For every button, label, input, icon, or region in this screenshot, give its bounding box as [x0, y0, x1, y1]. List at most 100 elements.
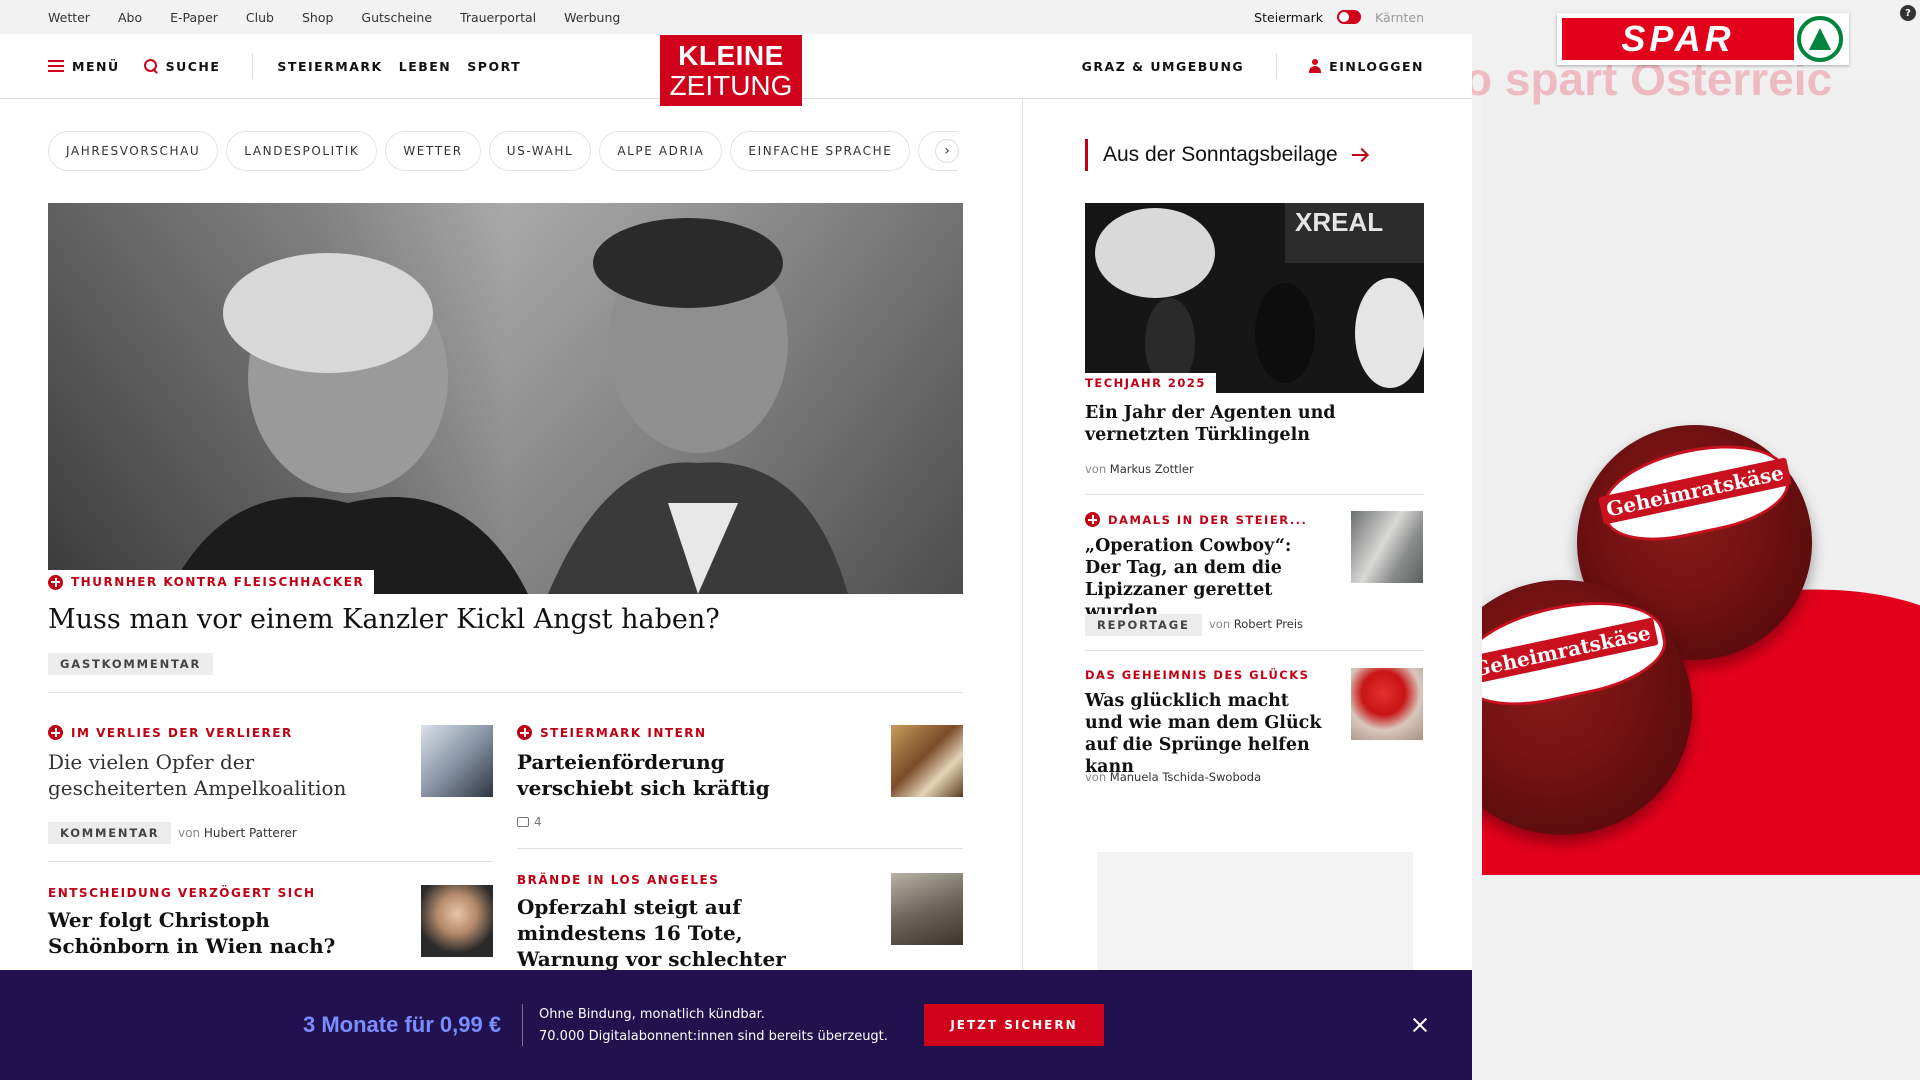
- region-switch: Steiermark Kärnten: [1254, 0, 1424, 34]
- article-kicker: STEIERMARK INTERN: [517, 725, 707, 740]
- plus-icon: [1085, 512, 1100, 527]
- user-icon: [1309, 59, 1322, 73]
- sidebar-kicker: DAMALS IN DER STEIER...: [1085, 512, 1307, 527]
- plus-icon: [48, 725, 63, 740]
- topic-pills: JAHRESVORSCHAU LANDESPOLITIK WETTER US-W…: [48, 131, 958, 171]
- nav-sport[interactable]: SPORT: [467, 59, 521, 74]
- header-divider-right: [1276, 53, 1278, 79]
- sidebar-heading-text: Aus der Sonntagsbeilage: [1103, 143, 1338, 166]
- article-thumbnail[interactable]: [421, 725, 493, 797]
- logo-line-2: ZEITUNG: [669, 70, 793, 101]
- search-label: SUCHE: [165, 58, 221, 74]
- ad-placeholder: [1097, 852, 1413, 972]
- nav-steiermark[interactable]: STEIERMARK: [277, 59, 382, 74]
- topic-pill[interactable]: WETTER: [385, 131, 481, 171]
- hero-image[interactable]: [48, 203, 963, 594]
- topic-pill[interactable]: LANDESPOLITIK: [226, 131, 378, 171]
- spar-tree-icon: [1797, 16, 1843, 62]
- topic-pill[interactable]: ALPE ADRIA: [599, 131, 723, 171]
- utility-link-club[interactable]: Club: [246, 10, 274, 25]
- region-steiermark[interactable]: Steiermark: [1254, 10, 1323, 25]
- subscription-line-2: 70.000 Digitalabonnent:innen sind bereit…: [539, 1029, 888, 1044]
- reportage-badge: REPORTAGE: [1085, 614, 1202, 636]
- author-name[interactable]: Markus Zottler: [1110, 462, 1194, 476]
- subscription-line-1: Ohne Bindung, monatlich kündbar.: [539, 1007, 765, 1022]
- plus-icon: [517, 725, 532, 740]
- nav-leben[interactable]: LEBEN: [399, 59, 452, 74]
- article-byline: von Hubert Patterer: [178, 826, 297, 840]
- subscription-price: 3 Monate für 0,99 €: [303, 1012, 502, 1037]
- region-toggle[interactable]: [1337, 10, 1361, 24]
- utility-link-gutscheine[interactable]: Gutscheine: [361, 10, 432, 25]
- menu-label: MENÜ: [72, 58, 120, 74]
- topics-next-button[interactable]: ›: [935, 139, 959, 163]
- logo-line-1: KLEINE: [678, 40, 784, 71]
- utility-link-epaper[interactable]: E-Paper: [170, 10, 218, 25]
- sidebar-kicker: TECHJAHR 2025: [1085, 373, 1216, 393]
- header-left-nav: MENÜ SUCHE STEIERMARK LEBEN SPORT: [48, 34, 521, 98]
- article-thumbnail[interactable]: [891, 873, 963, 945]
- sidebar-article-title[interactable]: „Operation Cowboy“: Der Tag, an dem die …: [1085, 535, 1325, 623]
- article-thumbnail[interactable]: [891, 725, 963, 797]
- utility-bar: Wetter Abo E-Paper Club Shop Gutscheine …: [0, 0, 1472, 34]
- topic-pill[interactable]: EINFACHE SPRACHE: [730, 131, 911, 171]
- login-label: EINLOGGEN: [1329, 58, 1424, 74]
- plus-icon: [48, 574, 63, 590]
- subscription-text: Ohne Bindung, monatlich kündbar. 70.000 …: [539, 1004, 888, 1048]
- article-title[interactable]: Wer folgt Christoph Schönborn in Wien na…: [48, 907, 378, 959]
- sidebar-feature-image[interactable]: XREAL: [1085, 203, 1424, 393]
- kleine-zeitung-logo[interactable]: KLEINE ZEITUNG: [660, 35, 802, 106]
- login-button[interactable]: EINLOGGEN: [1309, 59, 1424, 74]
- ad-info-icon[interactable]: ?: [1900, 5, 1916, 21]
- sidebar-byline: von Markus Zottler: [1085, 462, 1194, 476]
- article-kicker: BRÄNDE IN LOS ANGELES: [517, 873, 720, 887]
- author-name[interactable]: Robert Preis: [1234, 617, 1303, 631]
- topic-pill[interactable]: JAHRESVORSCHAU: [48, 131, 219, 171]
- divider: [48, 861, 493, 862]
- subscription-divider: [522, 1004, 523, 1046]
- utility-link-werbung[interactable]: Werbung: [564, 10, 620, 25]
- author-name[interactable]: Hubert Patterer: [204, 826, 297, 840]
- article-title[interactable]: Parteienförderung verschiebt sich kräfti…: [517, 749, 817, 801]
- comment-badge: KOMMENTAR: [48, 822, 172, 844]
- sidebar-heading[interactable]: Aus der Sonntagsbeilage: [1085, 139, 1368, 171]
- utility-links: Wetter Abo E-Paper Club Shop Gutscheine …: [48, 0, 620, 34]
- header-divider: [252, 53, 254, 79]
- spar-wordmark: SPAR: [1562, 18, 1794, 60]
- topic-pill[interactable]: US-WAHL: [488, 131, 592, 171]
- utility-link-abo[interactable]: Abo: [118, 10, 142, 25]
- hero-kicker: THURNHER KONTRA FLEISCHHACKER: [48, 570, 375, 594]
- region-kaernten[interactable]: Kärnten: [1375, 10, 1424, 25]
- sidebar-byline: von Manuela Tschida-Swoboda: [1085, 770, 1262, 784]
- search-button[interactable]: SUCHE: [143, 58, 221, 74]
- sidebar-kicker: DAS GEHEIMNIS DES GLÜCKS: [1085, 668, 1310, 682]
- author-name[interactable]: Manuela Tschida-Swoboda: [1110, 770, 1261, 784]
- spar-logo[interactable]: SPAR: [1557, 13, 1849, 65]
- xreal-sign: XREAL: [1295, 207, 1383, 237]
- article-kicker: IM VERLIES DER VERLIERER: [48, 725, 293, 740]
- utility-link-trauerportal[interactable]: Trauerportal: [460, 10, 536, 25]
- sidebar-thumbnail[interactable]: [1351, 511, 1423, 583]
- divider: [1085, 494, 1424, 495]
- menu-button[interactable]: MENÜ: [48, 59, 120, 74]
- subscribe-button[interactable]: JETZT SICHERN: [924, 1004, 1104, 1046]
- sidebar-thumbnail[interactable]: [1351, 668, 1423, 740]
- hero-title[interactable]: Muss man vor einem Kanzler Kickl Angst h…: [48, 604, 963, 635]
- spar-ad[interactable]: Geheimratskäse Geheimratskäse: [1482, 80, 1920, 875]
- header-right-nav: GRAZ & UMGEBUNG EINLOGGEN: [1082, 34, 1424, 98]
- article-thumbnail[interactable]: [421, 885, 493, 957]
- divider: [1085, 650, 1424, 651]
- close-icon[interactable]: [1408, 1013, 1432, 1037]
- hamburger-icon: [48, 60, 64, 72]
- article-title[interactable]: Die vielen Opfer der gescheiterten Ampel…: [48, 749, 388, 801]
- hero-badge: GASTKOMMENTAR: [48, 653, 214, 675]
- cheese-label: Geheimratskäse: [1597, 457, 1792, 525]
- nav-graz-umgebung[interactable]: GRAZ & UMGEBUNG: [1082, 59, 1245, 74]
- comment-count[interactable]: 4: [517, 815, 542, 829]
- divider: [517, 848, 963, 849]
- sidebar-byline: von Robert Preis: [1209, 617, 1304, 631]
- utility-link-wetter[interactable]: Wetter: [48, 10, 90, 25]
- sidebar-article-title[interactable]: Was glücklich macht und wie man dem Glüc…: [1085, 690, 1325, 778]
- sidebar-article-title[interactable]: Ein Jahr der Agenten und vernetzten Türk…: [1085, 402, 1415, 446]
- utility-link-shop[interactable]: Shop: [302, 10, 333, 25]
